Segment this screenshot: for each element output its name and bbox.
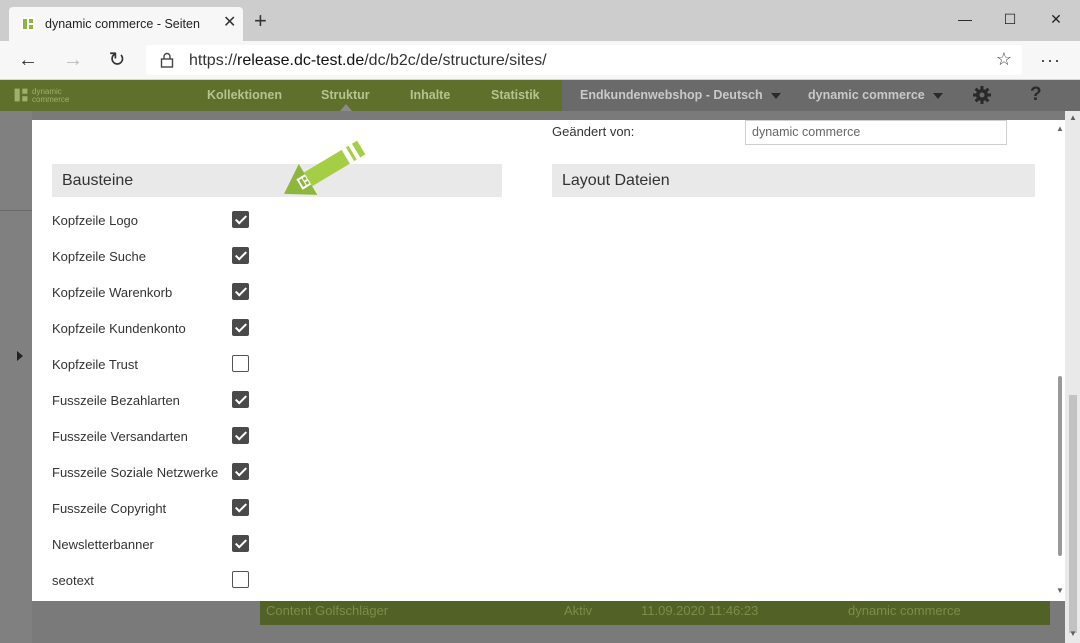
help-icon[interactable]: ? <box>1030 84 1042 106</box>
scroll-up-icon[interactable]: ▲ <box>1069 113 1077 122</box>
favorite-star-icon[interactable]: ☆ <box>996 49 1012 70</box>
minimize-icon[interactable]: — <box>950 8 980 30</box>
baustein-label: Kopfzeile Warenkorb <box>52 285 173 300</box>
more-menu-icon[interactable]: ··· <box>1040 50 1061 71</box>
nav-statistik[interactable]: Statistik <box>491 88 540 102</box>
page-background-left <box>0 111 32 643</box>
baustein-checkbox[interactable] <box>232 247 249 264</box>
baustein-label: Kopfzeile Kundenkonto <box>52 321 186 336</box>
baustein-checkbox[interactable] <box>232 571 249 588</box>
table-row[interactable]: Content Golfschläger Aktiv 11.09.2020 11… <box>260 601 1050 625</box>
changed-by-label: Geändert von: <box>552 124 635 139</box>
nav-struktur[interactable]: Struktur <box>321 88 370 102</box>
maximize-icon[interactable]: ☐ <box>995 8 1025 30</box>
baustein-checkbox[interactable] <box>232 499 249 516</box>
site-edit-modal: Geändert von: dynamic commerce Bausteine… <box>32 120 1062 601</box>
expand-arrow-icon[interactable] <box>17 351 23 361</box>
baustein-checkbox[interactable] <box>232 355 249 372</box>
page-scrollbar-thumb[interactable] <box>1069 395 1077 633</box>
modal-scroll-down-icon[interactable]: ▼ <box>1056 586 1064 595</box>
layout-files-header: Layout Dateien <box>552 164 1035 197</box>
nav-kollektionen[interactable]: Kollektionen <box>207 88 282 102</box>
modal-scroll-up-icon[interactable]: ▲ <box>1056 124 1064 133</box>
baustein-label: seotext <box>52 573 94 588</box>
dc-logo[interactable]: dynamic commerce <box>12 86 72 106</box>
baustein-label: Kopfzeile Suche <box>52 249 146 264</box>
address-bar: ← → ↻ https://release.dc-test.de/dc/b2c/… <box>0 41 1080 80</box>
baustein-label: Kopfzeile Trust <box>52 357 138 372</box>
baustein-label: Fusszeile Versandarten <box>52 429 188 444</box>
baustein-checkbox[interactable] <box>232 427 249 444</box>
browser-tab-bar: dynamic commerce - Seiten ✕ + — ☐ ✕ <box>0 0 1080 41</box>
modal-scrollbar-thumb[interactable] <box>1058 376 1062 556</box>
baustein-label: Fusszeile Soziale Netzwerke <box>52 465 219 480</box>
scroll-down-icon[interactable]: ▼ <box>1069 629 1077 638</box>
baustein-label: Newsletterbanner <box>52 537 154 552</box>
baustein-label: Fusszeile Copyright <box>52 501 167 516</box>
baustein-label: Kopfzeile Logo <box>52 213 139 228</box>
green-pencil-arrow-icon <box>284 140 366 195</box>
browser-tab[interactable]: dynamic commerce - Seiten ✕ <box>9 7 243 41</box>
page-scrollbar[interactable]: ▲ ▼ <box>1065 111 1080 643</box>
reload-icon[interactable]: ↻ <box>105 49 129 71</box>
baustein-checkbox[interactable] <box>232 535 249 552</box>
baustein-checkbox[interactable] <box>232 463 249 480</box>
chevron-down-icon <box>932 92 943 99</box>
changed-by-field[interactable]: dynamic commerce <box>745 120 1007 145</box>
lock-icon <box>160 52 174 68</box>
window-close-icon[interactable]: ✕ <box>1041 8 1071 30</box>
baustein-label: Fusszeile Bezahlarten <box>52 393 180 408</box>
dc-favicon-icon <box>21 17 35 31</box>
url-text: https://release.dc-test.de/dc/b2c/de/str… <box>189 52 547 69</box>
gear-icon[interactable] <box>972 85 992 105</box>
nav-inhalte[interactable]: Inhalte <box>410 88 450 102</box>
header-selects: Endkundenwebshop - Deutsch dynamic comme… <box>562 80 1080 111</box>
nav-active-pointer <box>340 104 352 111</box>
app-nav-bar: dynamic commerce Kollektionen Struktur I… <box>0 80 1080 111</box>
forward-icon[interactable]: → <box>61 49 85 71</box>
baustein-checkbox[interactable] <box>232 319 249 336</box>
shop-select[interactable]: Endkundenwebshop - Deutsch <box>580 88 781 102</box>
chevron-down-icon <box>770 92 781 99</box>
user-select[interactable]: dynamic commerce <box>808 88 943 102</box>
tab-title: dynamic commerce - Seiten <box>45 17 200 31</box>
url-field[interactable]: https://release.dc-test.de/dc/b2c/de/str… <box>146 45 1022 75</box>
back-icon[interactable]: ← <box>16 49 40 71</box>
baustein-checkbox[interactable] <box>232 391 249 408</box>
baustein-checkbox[interactable] <box>232 283 249 300</box>
tab-close-icon[interactable]: ✕ <box>223 15 236 31</box>
new-tab-icon[interactable]: + <box>254 10 267 32</box>
dc-logo-icon <box>14 88 28 102</box>
baustein-checkbox[interactable] <box>232 211 249 228</box>
